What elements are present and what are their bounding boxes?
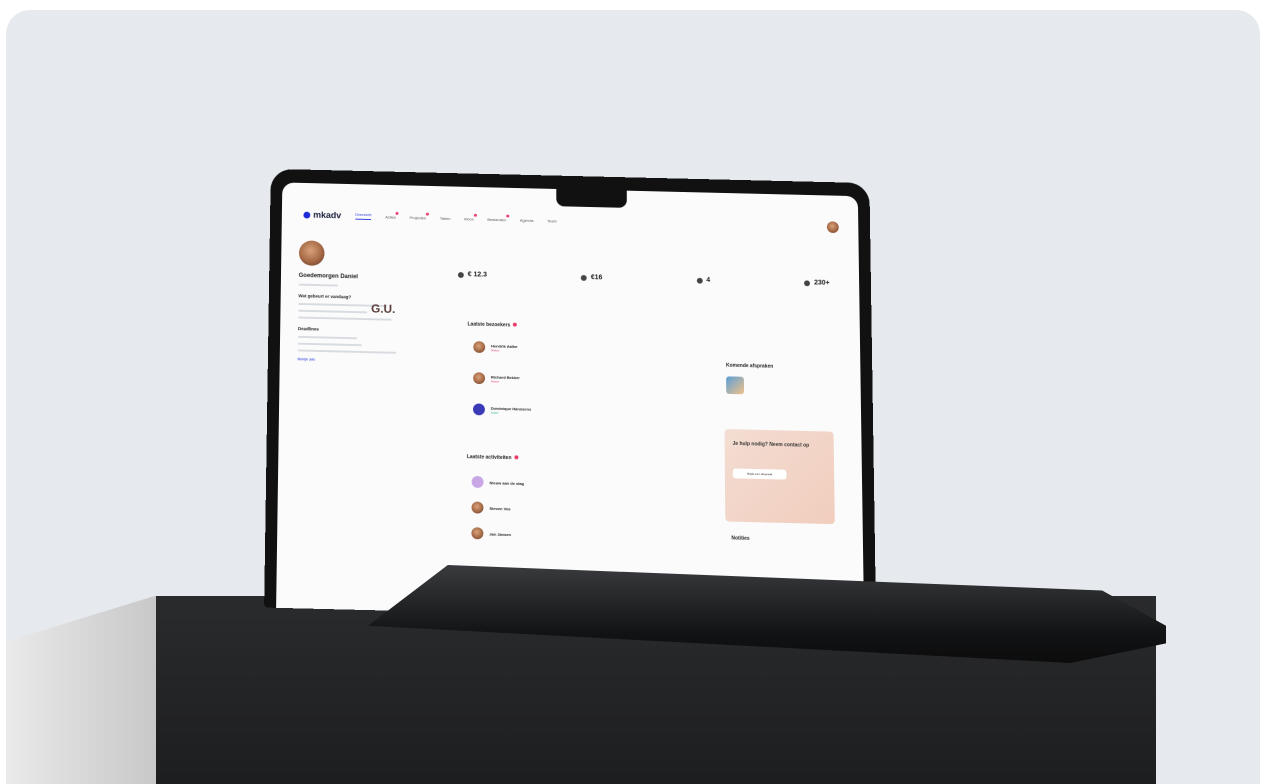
placeholder-line: [298, 316, 392, 321]
greeting-title: Goedemorgen Daniel: [298, 273, 359, 281]
upcoming-title: Komende afspraken: [726, 362, 774, 370]
placeholder-line: [297, 349, 397, 354]
avatar: [471, 527, 484, 540]
list-item[interactable]: Nieuw aan de slag: [471, 475, 524, 489]
list-item[interactable]: Steven Vos: [471, 501, 511, 515]
signature: G.U.: [371, 301, 396, 316]
stat-icon: [580, 274, 587, 281]
nav-item-inbox[interactable]: Inbox: [464, 213, 477, 221]
promo-card: Je hulp nodig? Neem contact op Maak een …: [724, 429, 835, 525]
avatar: [473, 341, 486, 354]
nav-item-team[interactable]: Team: [547, 218, 557, 223]
event-thumbnail: [726, 376, 745, 395]
laptop-screen: mkadv Overzicht Acties Projecten Taken I…: [276, 182, 865, 623]
stat-value: 230+: [814, 279, 830, 287]
promo-button[interactable]: Maak een afspraak: [732, 468, 787, 480]
stat-card[interactable]: € 12.3: [457, 271, 487, 279]
avatar: [473, 372, 486, 385]
logo-icon: [303, 211, 311, 219]
nav-label: Acties: [385, 214, 396, 220]
stat-value: € 12.3: [467, 271, 487, 279]
table-row[interactable]: Hendrik Aalbe Nieuw: [473, 341, 517, 354]
placeholder-line: [298, 283, 338, 287]
scene-background: mkadv Overzicht Acties Projecten Taken I…: [6, 10, 1260, 784]
placeholder-line: [297, 342, 362, 347]
stat-card[interactable]: €16: [580, 274, 603, 282]
status-badge: Nieuw: [491, 347, 500, 352]
sidebar-section-deadlines: Deadlines: [297, 326, 319, 332]
stat-icon: [457, 271, 464, 278]
section-label: Laatste bezoekers: [467, 321, 511, 329]
stat-card[interactable]: 230+: [804, 279, 830, 287]
laptop-lid: mkadv Overzicht Acties Projecten Taken I…: [264, 168, 877, 623]
nav-spacer: [570, 221, 813, 227]
nav-item-acties[interactable]: Acties: [385, 211, 399, 220]
stat-icon: [696, 277, 703, 284]
row-person: Dominique Hanssens Actief: [491, 405, 531, 415]
profile-avatar: [298, 240, 325, 266]
activity-title: Laatste activiteiten: [467, 454, 519, 461]
stat-value: €16: [590, 274, 603, 282]
placeholder-line: [298, 309, 368, 314]
nav-label: Inbox: [464, 215, 474, 221]
nav-item-agenda[interactable]: Agenda: [520, 217, 534, 222]
nav-label: Projecten: [409, 214, 427, 220]
table-row[interactable]: Richard Bekker Nieuw: [473, 372, 520, 385]
view-all-link[interactable]: Bekijk alle: [297, 356, 415, 364]
logo-text: mkadv: [313, 209, 342, 221]
notification-dot-icon: [513, 322, 518, 327]
nav-item-bestanden[interactable]: Bestanden: [487, 214, 510, 222]
notification-dot-icon: [473, 213, 477, 217]
nav-item-taken[interactable]: Taken: [440, 215, 451, 220]
feed-text: Steven Vos: [489, 505, 511, 511]
activity-icon: [471, 475, 484, 488]
recent-visitors-title: Laatste bezoekers: [467, 321, 518, 329]
stat-icon: [804, 279, 811, 286]
nav-label: Bestanden: [487, 216, 507, 222]
stat-card[interactable]: 4: [696, 277, 710, 284]
table-row[interactable]: Dominique Hanssens Actief: [472, 403, 531, 416]
upcoming-card[interactable]: [726, 376, 745, 395]
promo-title: Je hulp nodig? Neem contact op: [732, 440, 810, 449]
nav-item-overview[interactable]: Overzicht: [354, 211, 372, 220]
sidebar-section-today: Wat gebeurt er vandaag?: [298, 293, 352, 300]
camera-notch: [556, 188, 627, 208]
notification-dot-icon: [506, 214, 510, 218]
app-logo[interactable]: mkadv: [303, 210, 341, 220]
notification-dot-icon: [426, 212, 430, 216]
section-label: Laatste activiteiten: [466, 454, 512, 462]
notes-title: Notities: [731, 535, 750, 542]
stats-bar: € 12.3 €16 4 230+: [457, 271, 830, 287]
stat-value: 4: [706, 277, 711, 284]
avatar: [471, 501, 484, 514]
notification-dot-icon: [395, 211, 399, 215]
feed-text: Jan Jansen: [489, 531, 512, 537]
feed-text: Nieuw aan de slag: [489, 479, 524, 486]
row-person: Hendrik Aalbe Nieuw: [491, 343, 517, 352]
notification-dot-icon: [514, 455, 519, 460]
top-navigation: mkadv Overzicht Acties Projecten Taken I…: [303, 204, 839, 238]
list-item[interactable]: Jan Jansen: [471, 527, 511, 540]
avatar: [472, 403, 485, 416]
nav-item-projecten[interactable]: Projecten: [409, 212, 430, 220]
user-avatar[interactable]: [826, 221, 839, 234]
sidebar: Goedemorgen Daniel G.U. Wat gebeurt er v…: [297, 240, 416, 364]
placeholder-line: [297, 335, 357, 340]
status-badge: Nieuw: [490, 378, 500, 384]
row-person: Richard Bekker Nieuw: [491, 374, 520, 383]
pedestal-side: [6, 596, 168, 784]
